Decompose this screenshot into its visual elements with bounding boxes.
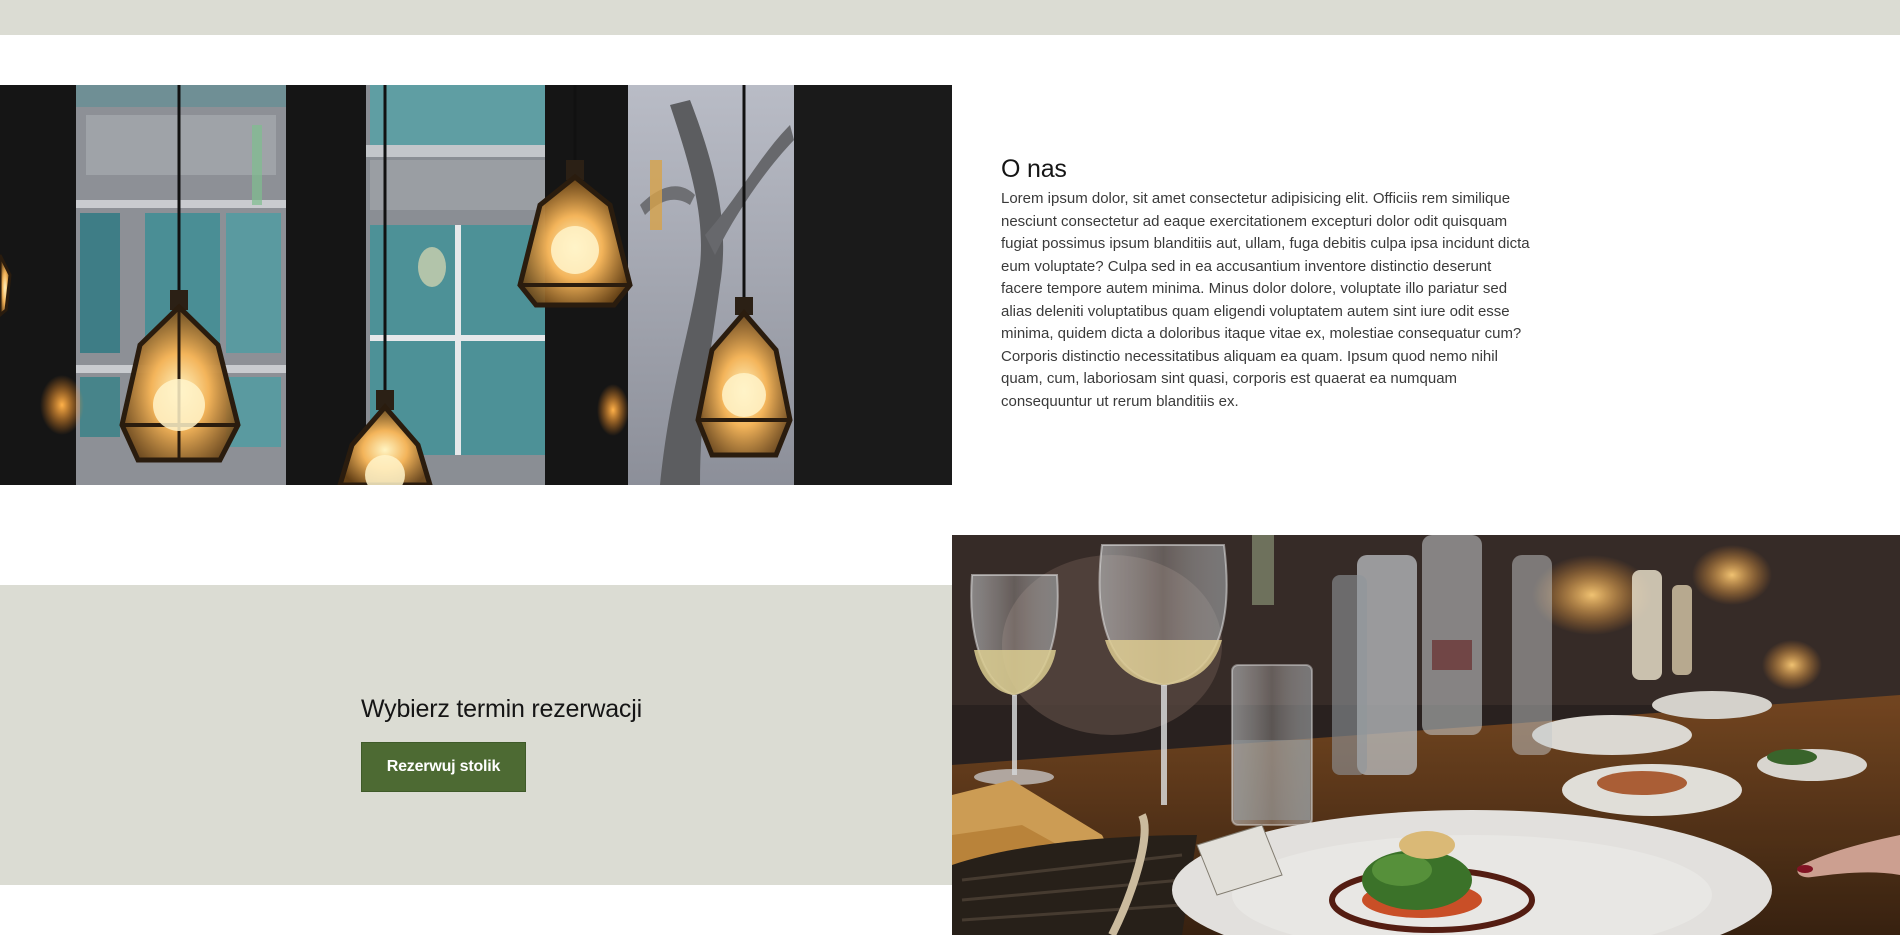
reservation-section: Wybierz termin rezerwacji Rezerwuj stoli… [0, 585, 952, 885]
dining-photo [952, 535, 1900, 935]
reservation-title: Wybierz termin rezerwacji [361, 695, 642, 723]
dining-photo-graphic [952, 535, 1900, 935]
lamps-photo [0, 85, 952, 485]
lamps-photo-graphic [0, 85, 952, 485]
top-band [0, 0, 1900, 35]
about-text: Lorem ipsum dolor, sit amet consectetur … [1001, 190, 1530, 410]
reserve-table-button[interactable]: Rezerwuj stolik [361, 742, 526, 792]
about-title: O nas [1001, 155, 1067, 183]
about-section: O nas Lorem ipsum dolor, sit amet consec… [1001, 155, 1537, 413]
